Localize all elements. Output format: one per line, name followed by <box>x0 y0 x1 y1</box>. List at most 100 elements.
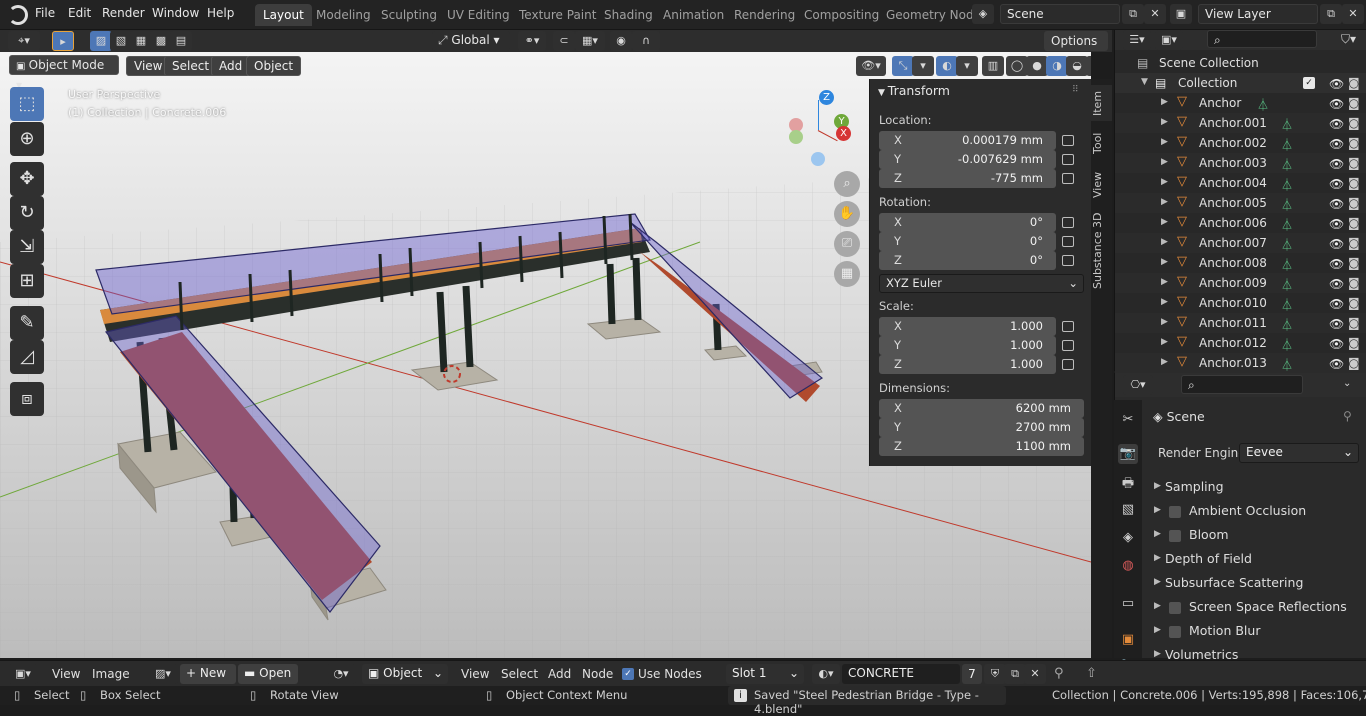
eye-icon[interactable]: 👁 <box>1329 197 1344 211</box>
save-report[interactable]: i Saved "Steel Pedestrian Bridge - Type … <box>728 686 1006 716</box>
expand-icon[interactable]: ▶ <box>1161 317 1168 327</box>
gizmo-dropdown-icon[interactable]: ▾ <box>912 56 934 76</box>
outliner-search-input[interactable]: ⌕ <box>1207 30 1317 48</box>
outliner-row[interactable]: ▶ ▽ Anchor.011 ⏃ 👁 ◙ <box>1115 313 1366 333</box>
eye-icon[interactable]: 👁 <box>1329 157 1344 171</box>
properties-search-input[interactable]: ⌕ <box>1181 375 1303 394</box>
lock-icon[interactable] <box>1062 135 1074 146</box>
mesh-data-icon[interactable]: ⏃ <box>1281 256 1293 273</box>
scale-z-field[interactable]: Z 1.000 <box>879 355 1056 374</box>
mesh-data-icon[interactable]: ⏃ <box>1281 296 1293 313</box>
eye-icon[interactable]: 👁 <box>1329 257 1344 271</box>
scale-x-field[interactable]: X 1.000 <box>879 317 1056 336</box>
expand-icon[interactable]: ▶ <box>1161 297 1168 307</box>
eye-icon[interactable]: 👁 <box>1329 237 1344 251</box>
expand-icon[interactable]: ▶ <box>1154 481 1161 491</box>
menu-render[interactable]: Render <box>102 6 145 20</box>
eye-icon[interactable]: 👁 <box>1329 277 1344 291</box>
expand-icon[interactable]: ▶ <box>1154 505 1161 515</box>
expand-icon[interactable]: ▶ <box>1161 137 1168 147</box>
node-menu-node[interactable]: Node <box>582 667 613 681</box>
filter-icon[interactable]: ⛉▾ <box>1341 32 1356 47</box>
material-shading-icon[interactable]: ◑ <box>1046 56 1068 76</box>
expand-icon[interactable]: ▶ <box>1154 529 1161 539</box>
menu-help[interactable]: Help <box>207 6 234 20</box>
outliner-row[interactable]: ▶ ▽ Anchor.007 ⏃ 👁 ◙ <box>1115 233 1366 253</box>
camera-icon[interactable]: ◙ <box>1348 276 1360 290</box>
outliner-row[interactable]: ▶ ▽ Anchor.010 ⏃ 👁 ◙ <box>1115 293 1366 313</box>
select-invert-icon[interactable]: ▩ <box>150 31 172 51</box>
scale-y-field[interactable]: Y 1.000 <box>879 336 1056 355</box>
new-scene-icon[interactable]: ⧉ <box>1122 4 1144 24</box>
outliner-scene-collection[interactable]: ▤ Scene Collection <box>1115 53 1366 73</box>
pin-icon[interactable]: ⚲ <box>1343 409 1352 423</box>
scene-name-field[interactable]: Scene <box>1000 4 1120 24</box>
material-browse-icon[interactable]: ◐▾ <box>812 664 840 684</box>
workspace-tab-layout[interactable]: Layout <box>255 4 312 26</box>
location-z-field[interactable]: Z -775 mm <box>879 169 1056 188</box>
parent-node-icon[interactable]: ⇧ <box>1086 666 1097 681</box>
editor-type-icon[interactable]: ☰▾ <box>1123 30 1151 50</box>
open-image-button[interactable]: ▬ Open <box>238 664 298 684</box>
mesh-data-icon[interactable]: ⏃ <box>1281 316 1293 333</box>
slot-dropdown[interactable]: Slot 1 ⌄ <box>726 664 804 684</box>
mesh-data-icon[interactable]: ⏃ <box>1281 156 1293 173</box>
collection-tab-icon[interactable]: ▭ <box>1118 594 1138 614</box>
image-menu-view[interactable]: View <box>52 667 80 681</box>
blender-logo-icon[interactable] <box>8 5 28 25</box>
expand-icon[interactable]: ▶ <box>1161 357 1168 367</box>
object-tab-icon[interactable]: ▣ <box>1118 630 1138 650</box>
properties-section[interactable]: ▶ Subsurface Scattering <box>1151 573 1363 595</box>
dimensions-z-field[interactable]: Z 1100 mm <box>879 437 1084 456</box>
editor-type-icon[interactable]: ▣▾ <box>8 664 38 684</box>
eye-icon[interactable]: 👁 <box>1329 177 1344 191</box>
object-mode-dropdown[interactable]: ▣ Object Mode ▾ <box>9 55 119 92</box>
expand-icon[interactable]: ▶ <box>1161 237 1168 247</box>
gizmo-z-icon[interactable]: Z <box>819 90 834 105</box>
camera-icon[interactable]: ◙ <box>1348 136 1360 150</box>
node-menu-select[interactable]: Select <box>501 667 538 681</box>
drag-handle-icon[interactable]: ⠿ <box>1072 85 1079 95</box>
camera-icon[interactable]: ◙ <box>1348 76 1360 90</box>
view-layer-field[interactable]: View Layer <box>1198 4 1318 24</box>
menu-window[interactable]: Window <box>152 6 199 20</box>
outliner-row[interactable]: ▶ ▽ Anchor.013 ⏃ 👁 ◙ <box>1115 353 1366 373</box>
rotation-x-field[interactable]: X 0° <box>879 213 1056 232</box>
properties-section[interactable]: ▶ Bloom <box>1151 525 1363 547</box>
use-nodes-checkbox[interactable]: ✓ <box>622 668 634 680</box>
annotate-tool-icon[interactable]: ✎ <box>10 306 44 340</box>
material-users-count[interactable]: 7 <box>962 664 982 684</box>
mesh-data-icon[interactable]: ⏃ <box>1281 276 1293 293</box>
duplicate-material-icon[interactable]: ⧉ <box>1004 664 1026 684</box>
tool-tab-icon[interactable]: ✂ <box>1118 410 1138 430</box>
measure-tool-icon[interactable]: ◿ <box>10 340 44 374</box>
expand-icon[interactable]: ▶ <box>1154 625 1161 635</box>
camera-view-icon[interactable]: ⎚ <box>834 231 860 257</box>
camera-icon[interactable]: ◙ <box>1348 256 1360 270</box>
properties-section[interactable]: ▶ Screen Space Reflections <box>1151 597 1363 619</box>
transform-tool-icon[interactable]: ⊞ <box>10 264 44 298</box>
mesh-data-icon[interactable]: ⏃ <box>1281 136 1293 153</box>
image-menu-image[interactable]: Image <box>92 667 130 681</box>
rotation-y-field[interactable]: Y 0° <box>879 232 1056 251</box>
view-layer-tab-icon[interactable]: ▧ <box>1118 500 1138 520</box>
workspace-tab-animation[interactable]: Animation <box>655 4 732 26</box>
lock-icon[interactable] <box>1062 173 1074 184</box>
close-icon[interactable]: ✕ <box>1024 664 1046 684</box>
camera-icon[interactable]: ◙ <box>1348 216 1360 230</box>
properties-section[interactable]: ▶ Depth of Field <box>1151 549 1363 571</box>
mesh-data-icon[interactable]: ⏃ <box>1281 356 1293 373</box>
scene-icon[interactable]: ◈ <box>972 4 994 24</box>
mesh-data-icon[interactable]: ⏃ <box>1281 116 1293 133</box>
tab-view[interactable]: View <box>1091 167 1112 203</box>
pin-icon[interactable]: ⚲ <box>1054 666 1064 681</box>
wireframe-shading-icon[interactable]: ◯ <box>1006 56 1028 76</box>
select-new-icon[interactable]: ▨ <box>90 31 112 51</box>
section-checkbox[interactable] <box>1169 506 1181 518</box>
orientation-dropdown[interactable]: ⤢ Global ▾ <box>432 31 510 51</box>
workspace-tab-compositing[interactable]: Compositing <box>796 4 887 26</box>
viewport-menu-add[interactable]: Add <box>211 56 251 76</box>
workspace-tab-geometry-nodes[interactable]: Geometry Nod <box>878 4 982 26</box>
snap-target-icon[interactable]: ▦▾ <box>575 31 605 51</box>
expand-icon[interactable]: ▶ <box>1161 217 1168 227</box>
